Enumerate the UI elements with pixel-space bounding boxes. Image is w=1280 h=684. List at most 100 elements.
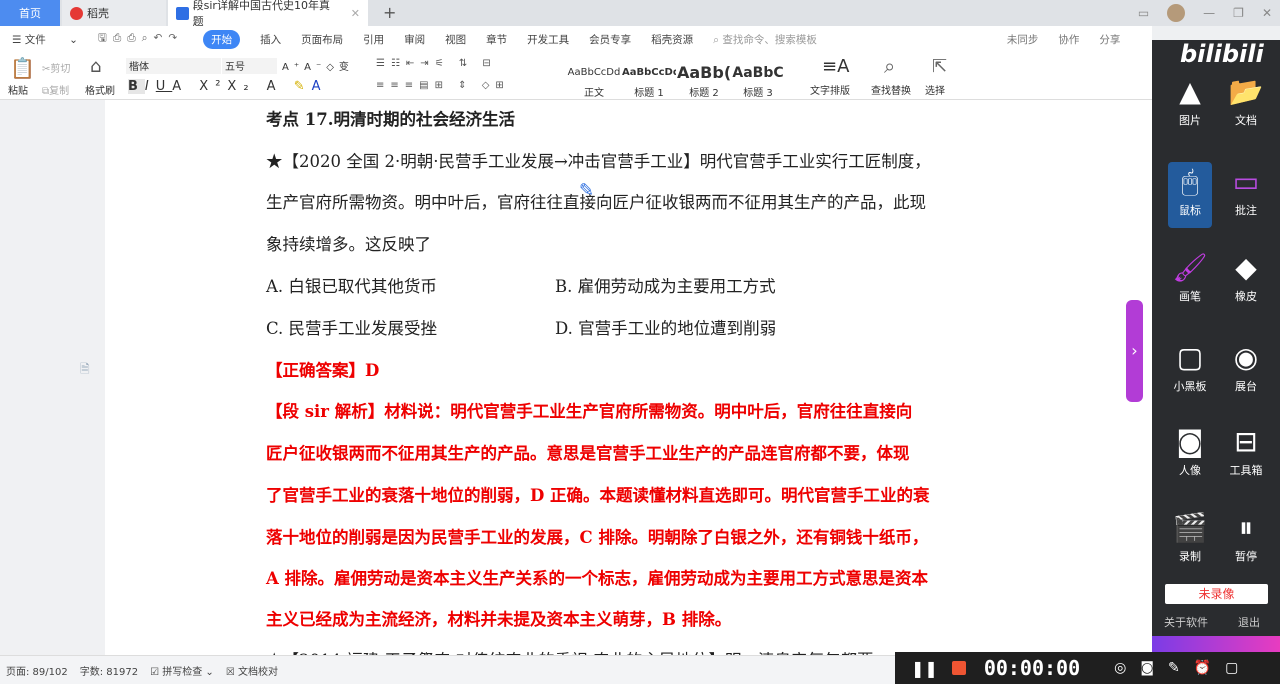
format-painter-icon[interactable]: ⌂ [90,56,101,77]
select-button[interactable]: 选择 [925,82,945,97]
document-tool[interactable]: 📂 文档 [1218,72,1274,142]
style-heading3[interactable]: AaBbC 标题 3 [731,62,785,99]
tab-home[interactable]: 首页 [0,0,60,26]
blackboard-tool[interactable]: ▢ 小黑板 [1162,338,1218,408]
menu-reference[interactable]: 引用 [363,32,384,47]
command-search[interactable]: ⌕ 查找命令、搜索模板 [713,32,837,47]
copy-label: 复制 [49,86,70,97]
collab-button[interactable]: 协作 [1058,32,1079,47]
quick-access-icons[interactable]: 🖫⎙⎙⌕↶↷ [98,30,183,48]
spell-check-label: 拼写检查 [162,666,203,678]
search-icon[interactable]: ⌕ [884,54,895,78]
doc-proofread[interactable]: ☒ 文档校对 [226,663,278,678]
text-layout-button[interactable]: 文字排版 [810,82,850,97]
tool-label: 展台 [1235,380,1257,393]
recorder-tools[interactable]: ◎◙✎⏰▢ [1114,660,1252,676]
sync-status[interactable]: 未同步 [1007,32,1039,47]
menu-view[interactable]: 视图 [445,32,466,47]
pause-button[interactable]: ❚❚ [911,659,938,678]
clapper-icon: 🎬 [1172,511,1208,544]
portrait-tool[interactable]: ◙ 人像 [1162,422,1218,492]
alignment-tools[interactable]: ≡≡≡▤⊞ ⇕ ◇⊞ [376,80,510,91]
find-replace-button[interactable]: 查找替换 [871,82,911,97]
panel-footer-bar [1152,636,1280,652]
booth-tool[interactable]: ◉ 展台 [1218,338,1274,408]
menu-start[interactable]: 开始 [203,29,241,49]
doc-marker-icon[interactable]: 🗎 [80,360,90,381]
file-menu[interactable]: ☰ 文件 ⌄ [12,32,78,47]
menu-devtools[interactable]: 开发工具 [527,32,569,47]
search-placeholder: 查找命令、搜索模板 [722,33,817,46]
format-painter-button[interactable]: 格式刷 [85,82,115,97]
text-format-tools[interactable]: BIUA X²X₂ A ✎A [128,79,328,94]
style-heading1[interactable]: AaBbCcDd 标题 1 [622,62,676,99]
bilibili-logo: bilibili [1180,40,1264,68]
menu-daoke-resources[interactable]: 稻壳资源 [651,32,693,47]
layout-icon[interactable]: ▭ [1138,6,1149,20]
mouse-tool[interactable]: 🖱 鼠标 [1168,162,1212,228]
avatar[interactable] [1167,4,1186,22]
tab-daoke-label: 稻壳 [87,7,109,20]
style-name: 标题 2 [689,88,719,99]
menu-layout[interactable]: 页面布局 [301,32,343,47]
font-select[interactable]: 楷体 [126,58,221,74]
exit-button[interactable]: 退出 [1238,614,1260,630]
new-tab-button[interactable]: + [383,3,396,22]
close-window-button[interactable]: ✕ [1262,6,1272,20]
menu-bar: ☰ 文件 ⌄ 🖫⎙⎙⌕↶↷ 开始 插入 页面布局 引用 审阅 视图 章节 开发工… [0,26,1152,52]
next-question-line: ★【2014 福建·天子祭农·对传统农业的重视·农业的主导地位】明、清皇帝每年都… [266,647,873,655]
menu-review[interactable]: 审阅 [404,32,425,47]
share-button[interactable]: 分享 [1099,32,1120,47]
restore-button[interactable]: ❐ [1233,6,1244,20]
paste-icon[interactable]: 📋 [10,56,35,80]
font-size-tools[interactable]: A⁺A⁻◇变 [282,58,354,73]
paragraph-tools[interactable]: ☰☷⇤⇥⚟ ⇅ ⊟ [376,58,497,69]
style-name: 标题 1 [634,88,664,99]
close-icon[interactable]: ✕ [351,7,360,20]
question-line: 生产官府所需物资。明中叶后，官府往往直接向匠户征收银两而不征用其生产的产品，此现 [266,193,926,212]
menu-member[interactable]: 会员专享 [589,32,631,47]
ribbon: 📋 粘贴 ✂剪切 ⧉复制 ⌂ 格式刷 楷体 五号 A⁺A⁻◇变 BIUA X²X… [0,52,1152,100]
option-b: B. 雇佣劳动成为主要用工方式 [555,277,776,296]
menu-insert[interactable]: 插入 [260,32,281,47]
tool-label: 画笔 [1179,290,1201,303]
tool-label: 文档 [1235,114,1257,127]
word-count[interactable]: 字数: 81972 [80,663,138,678]
cursor-icon[interactable]: ⇱ [932,56,947,77]
tool-label: 批注 [1235,204,1257,217]
tab-daoke[interactable]: 稻壳 [62,0,166,26]
style-heading2[interactable]: AaBb(标题 2 [677,62,731,99]
style-normal[interactable]: AaBbCcDd 正文 [567,62,621,99]
copy-button[interactable]: ⧉复制 [42,82,69,97]
panel-toggle-handle[interactable]: › [1126,300,1143,402]
menu-chapter[interactable]: 章节 [486,32,507,47]
text-layout-icon[interactable]: ≡A [822,56,849,77]
toolbox-tool[interactable]: ⊟ 工具箱 [1218,422,1274,492]
cut-label: 剪切 [50,64,71,75]
cut-button[interactable]: ✂剪切 [42,60,70,75]
recording-toolbar: ❚❚ 00:00:00 ◎◙✎⏰▢ [895,652,1280,684]
eraser-tool[interactable]: ◆ 橡皮 [1218,248,1274,318]
minimize-button[interactable]: — [1203,6,1215,20]
font-size-select[interactable]: 五号 [222,58,277,74]
record-tool[interactable]: 🎬 录制 [1162,508,1218,578]
about-button[interactable]: 关于软件 [1164,614,1208,630]
style-preview: AaBbCcDd [622,67,676,78]
tab-document-label: 段sir详解中国古代史10年真题 [192,0,330,28]
page-count[interactable]: 页面: 89/102 [6,663,68,678]
mouse-icon: 🖱 [1181,165,1199,198]
recorder-panel: bilibili ▲ 图片 📂 文档 🖱 鼠标 ▭ 批注 🖌 画笔 ◆ 橡皮 ▢ 小黑板 ◉ 展… [1152,40,1280,652]
brush-tool[interactable]: 🖌 画笔 [1162,248,1218,318]
style-preview: AaBbCcDd [567,67,621,78]
tab-document[interactable]: 段sir详解中国古代史10年真题 ✕ [168,0,368,28]
stop-button[interactable] [951,661,966,675]
tool-label: 小黑板 [1173,380,1207,393]
annotate-icon: ▭ [1232,165,1260,198]
annotate-tool[interactable]: ▭ 批注 [1218,162,1274,232]
style-preview: AaBbC [732,65,784,81]
pause-tool[interactable]: ⏸ 暂停 [1218,508,1274,578]
document-page[interactable]: 考点 17.明清时期的社会经济生活 ★【2020 全国 2·明朝·民营手工业发展… [105,100,1152,655]
image-tool[interactable]: ▲ 图片 [1162,72,1218,142]
spell-check[interactable]: ☑ 拼写检查 ⌄ [150,663,214,678]
paste-button[interactable]: 粘贴 [8,82,28,97]
